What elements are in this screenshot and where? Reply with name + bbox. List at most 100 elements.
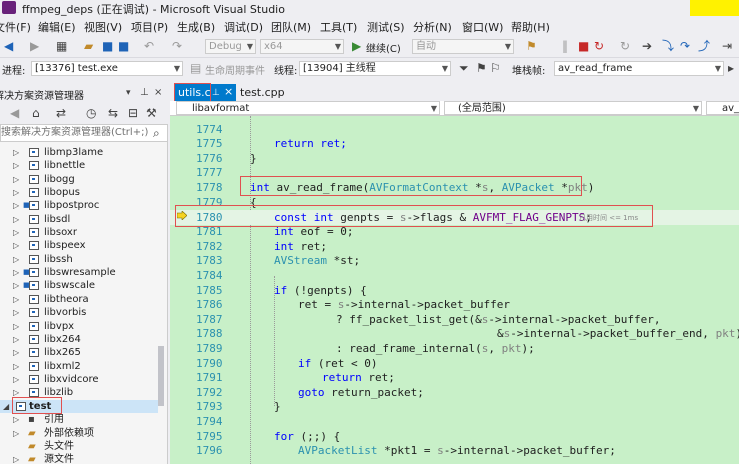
tree-item-libx264[interactable]: ▷ libx264 — [0, 333, 160, 346]
tree-item-libtheora[interactable]: ▷ libtheora — [0, 293, 160, 306]
menu-analyze[interactable]: 分析(N) — [413, 19, 452, 35]
hex-display-icon[interactable]: ⇥ — [722, 39, 732, 53]
back-icon[interactable]: ◀ — [10, 106, 19, 120]
expand-icon[interactable]: ▷ — [13, 346, 19, 359]
continue-icon[interactable]: ▶ — [352, 39, 361, 53]
project-scope-select[interactable]: libavformat ▼ — [176, 101, 440, 115]
refresh-icon[interactable]: ↻ — [620, 39, 630, 53]
open-file-icon[interactable]: ▰ — [84, 39, 93, 53]
show-flagged-icon[interactable]: ⚐ — [490, 61, 501, 75]
menu-file[interactable]: 文件(F) — [0, 19, 31, 35]
tree-item-libswresample[interactable]: ▷ ■ libswresample — [0, 266, 160, 279]
collapse-all-icon[interactable]: ⊟ — [128, 106, 138, 120]
global-scope-select[interactable]: (全局范围) ▼ — [444, 101, 702, 115]
properties-icon[interactable]: ⚒ — [146, 106, 157, 120]
tree-item-libsdl[interactable]: ▷ libsdl — [0, 213, 160, 226]
pin-icon[interactable]: ⊥ — [212, 86, 220, 100]
notification-flag-icon[interactable] — [690, 0, 739, 16]
close-icon[interactable]: × — [154, 86, 162, 100]
platform-select[interactable]: x64 ▼ — [260, 39, 344, 54]
filter-icon[interactable]: ⏷ — [459, 61, 469, 75]
forward-icon[interactable]: ▶ — [30, 39, 39, 53]
process-select[interactable]: [13376] test.exe ▼ — [31, 61, 183, 76]
lifecycle-events-icon[interactable]: ▤ — [190, 61, 201, 75]
expand-icon[interactable]: ▷ — [13, 279, 19, 292]
menu-help[interactable]: 帮助(H) — [511, 19, 550, 35]
tree-item-libxml2[interactable]: ▷ libxml2 — [0, 360, 160, 373]
home-icon[interactable]: ⌂ — [32, 106, 40, 120]
member-select[interactable]: av_r — [706, 101, 739, 115]
stack-frame-select[interactable]: av_read_frame ▼ — [554, 61, 724, 76]
dropdown-icon[interactable]: ▾ — [126, 86, 131, 100]
expand-icon[interactable]: ▷ — [13, 306, 19, 319]
tree-item-libpostproc[interactable]: ▷ ■ libpostproc — [0, 199, 160, 212]
tree-item-libvpx[interactable]: ▷ libvpx — [0, 320, 160, 333]
step-over-icon[interactable]: ↷ — [680, 39, 690, 53]
tree-item-libssh[interactable]: ▷ libssh — [0, 253, 160, 266]
tab-test-cpp[interactable]: test.cpp — [240, 86, 285, 99]
expand-icon[interactable]: ▷ — [13, 293, 19, 306]
continue-button[interactable]: 继续(C) — [366, 40, 401, 55]
expand-icon[interactable]: ▷ — [13, 333, 19, 346]
code-editor[interactable]: 1774 1775 return ret; 1776} 1777 1778 int … — [170, 116, 739, 464]
expand-icon[interactable]: ▷ — [13, 199, 19, 212]
configuration-select[interactable]: Debug ▼ — [205, 39, 256, 54]
undo-icon[interactable]: ↶ — [144, 39, 154, 53]
tree-item-external-deps[interactable]: ▷ ▰ 外部依赖项 — [0, 427, 160, 440]
close-icon[interactable]: × — [224, 85, 233, 99]
expand-icon[interactable]: ▷ — [13, 239, 19, 252]
expand-icon[interactable]: ▷ — [13, 413, 19, 426]
back-icon[interactable]: ◀ — [4, 39, 13, 53]
menu-build[interactable]: 生成(B) — [177, 19, 215, 35]
expand-icon[interactable]: ▷ — [13, 253, 19, 266]
stop-debugging-icon[interactable]: ■ — [578, 39, 589, 53]
new-project-icon[interactable]: ▦ — [56, 39, 67, 53]
auto-select[interactable]: 自动 ▼ — [412, 39, 514, 54]
break-all-icon[interactable]: ‖ — [562, 39, 568, 53]
expand-icon[interactable]: ▷ — [13, 146, 19, 159]
collapse-icon[interactable]: ◢ — [3, 400, 9, 413]
step-into-icon[interactable]: ⤵ — [662, 39, 674, 53]
redo-icon[interactable]: ↷ — [172, 39, 182, 53]
menu-window[interactable]: 窗口(W) — [462, 19, 503, 35]
menu-edit[interactable]: 编辑(E) — [38, 19, 76, 35]
expand-icon[interactable]: ▷ — [13, 373, 19, 386]
save-icon[interactable]: ■ — [102, 39, 113, 53]
menu-team[interactable]: 团队(M) — [271, 19, 311, 35]
tree-item-header-files[interactable]: ▰ 头文件 — [0, 440, 160, 453]
expand-icon[interactable]: ▷ — [13, 427, 19, 440]
tree-item-libxvidcore[interactable]: ▷ libxvidcore — [0, 373, 160, 386]
menu-view[interactable]: 视图(V) — [84, 19, 122, 35]
tree-item-libvorbis[interactable]: ▷ libvorbis — [0, 306, 160, 319]
flag-thread-icon[interactable]: ⚑ — [476, 61, 487, 75]
tree-item-libswscale[interactable]: ▷ ■ libswscale — [0, 279, 160, 292]
menu-debug[interactable]: 调试(D) — [224, 19, 263, 35]
solution-search-input[interactable]: 搜索解决方案资源管理器(Ctrl+;) ⌕ — [0, 124, 168, 142]
expand-icon[interactable]: ▷ — [13, 186, 19, 199]
lifecycle-events-button[interactable]: 生命周期事件 — [205, 62, 265, 77]
menu-project[interactable]: 项目(P) — [131, 19, 168, 35]
save-all-icon[interactable]: ■ — [118, 39, 129, 53]
tree-item-source-files[interactable]: ▷ ▰ 源文件 — [0, 453, 160, 464]
overflow-icon[interactable]: ▸ — [728, 61, 734, 75]
find-icon[interactable]: ⚑ — [526, 39, 537, 53]
tree-item-libopus[interactable]: ▷ libopus — [0, 186, 160, 199]
sync-icon[interactable]: ⇆ — [108, 106, 118, 120]
expand-icon[interactable]: ▷ — [13, 453, 19, 464]
expand-icon[interactable]: ▷ — [13, 173, 19, 186]
tree-item-libogg[interactable]: ▷ libogg — [0, 173, 160, 186]
show-next-statement-icon[interactable]: ➔ — [642, 39, 652, 53]
tree-item-libsoxr[interactable]: ▷ libsoxr — [0, 226, 160, 239]
tree-item-libmp3lame[interactable]: ▷ libmp3lame — [0, 146, 160, 159]
pending-changes-icon[interactable]: ◷ — [86, 106, 96, 120]
tree-item-references[interactable]: ▷ ▪ 引用 — [0, 413, 160, 426]
step-out-icon[interactable]: ⤴ — [698, 39, 710, 53]
expand-icon[interactable]: ▷ — [13, 266, 19, 279]
expand-icon[interactable]: ▷ — [13, 213, 19, 226]
thread-select[interactable]: [13904] 主线程 ▼ — [299, 61, 451, 76]
tree-item-libx265[interactable]: ▷ libx265 — [0, 346, 160, 359]
expand-icon[interactable]: ▷ — [13, 320, 19, 333]
menu-tools[interactable]: 工具(T) — [320, 19, 357, 35]
tree-item-libnettle[interactable]: ▷ libnettle — [0, 159, 160, 172]
expand-icon[interactable]: ▷ — [13, 360, 19, 373]
